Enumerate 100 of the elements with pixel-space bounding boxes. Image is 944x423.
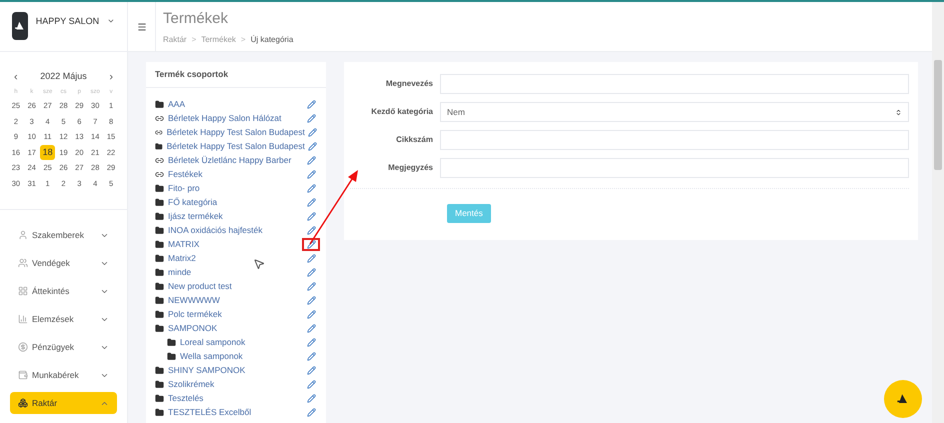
link-icon xyxy=(155,170,164,178)
breadcrumb-separator: > xyxy=(240,34,246,46)
input-field[interactable] xyxy=(440,158,909,178)
folder-icon xyxy=(155,366,164,374)
category-link[interactable]: Polc termékek xyxy=(168,308,222,320)
pencil-icon xyxy=(306,394,316,402)
category-link[interactable]: SAMPONOK xyxy=(168,322,218,334)
coin-icon xyxy=(18,342,28,352)
category-link[interactable]: Fito- pro xyxy=(168,182,200,194)
pencil-icon xyxy=(306,114,316,122)
folder-icon xyxy=(155,282,164,290)
folder-icon xyxy=(155,268,164,276)
category-link[interactable]: Loreal samponok xyxy=(180,336,246,348)
folder-icon xyxy=(155,184,164,192)
page-title: Termékek xyxy=(163,10,230,28)
calendar-day[interactable]: 18 xyxy=(40,144,56,160)
folder-icon xyxy=(155,408,164,416)
nav-item[interactable]: Pénzügyek xyxy=(10,336,117,358)
pencil-icon xyxy=(306,324,316,332)
nav-item[interactable]: Munkabérek xyxy=(10,364,117,386)
pencil-icon xyxy=(306,254,316,262)
category-link[interactable]: Wella samponok xyxy=(180,350,243,362)
floating-logo-button[interactable] xyxy=(884,380,922,418)
panel-title: Termék csoportok xyxy=(155,68,228,81)
pencil-icon xyxy=(306,198,316,206)
category-link[interactable]: Szolikrémek xyxy=(168,378,214,390)
category-link[interactable]: INOA oxidációs hajfesték xyxy=(168,224,262,236)
category-link[interactable]: Tesztelés xyxy=(168,392,204,404)
nav-item[interactable]: Vendégek xyxy=(10,252,117,274)
folder-icon xyxy=(155,324,164,332)
menu-icon[interactable] xyxy=(136,22,146,32)
folder-icon xyxy=(155,100,164,108)
pencil-icon xyxy=(306,380,316,388)
pencil-icon xyxy=(308,142,317,150)
link-icon xyxy=(155,128,163,136)
category-link[interactable]: Matrix2 xyxy=(168,252,196,264)
category-link[interactable]: NEWWWWW xyxy=(168,294,220,306)
breadcrumb-item: Új kategória xyxy=(250,34,294,46)
updown-icon xyxy=(895,108,902,116)
folder-icon xyxy=(167,338,176,346)
cursor-icon xyxy=(253,258,265,270)
field-label: Cikkszám xyxy=(395,134,434,146)
pencil-icon xyxy=(306,366,316,374)
select-field[interactable]: Nem xyxy=(440,102,909,122)
folder-icon xyxy=(155,142,163,150)
input-field[interactable] xyxy=(440,74,909,94)
field-label: Kezdő kategória xyxy=(370,106,434,118)
category-link[interactable]: Bérletek Happy Test Salon Budapest xyxy=(166,126,305,138)
folder-icon xyxy=(155,254,164,262)
nav-item[interactable]: Elemzések xyxy=(10,308,117,330)
pencil-icon xyxy=(306,268,316,276)
pencil-icon xyxy=(306,226,316,234)
folder-icon xyxy=(155,212,164,220)
edit-button[interactable] xyxy=(302,238,320,250)
pencil-icon xyxy=(306,156,316,164)
folder-icon xyxy=(155,198,164,206)
pencil-icon xyxy=(306,240,316,248)
pencil-icon xyxy=(306,100,316,108)
folder-icon xyxy=(155,240,164,248)
category-link[interactable]: Bérletek Happy Test Salon Budapest xyxy=(166,140,305,152)
people-icon xyxy=(18,258,28,268)
category-link[interactable]: Festékek xyxy=(168,168,202,180)
prev-month-button[interactable]: ‹ xyxy=(14,68,18,86)
boxes-icon xyxy=(18,398,28,408)
input-field[interactable] xyxy=(440,130,909,150)
brand-name: HAPPY SALON xyxy=(36,15,100,28)
folder-icon xyxy=(155,226,164,234)
pencil-icon xyxy=(306,184,316,192)
category-link[interactable]: TESZTELÉS Excelből xyxy=(168,406,252,418)
nav-item[interactable]: Raktár xyxy=(10,392,117,414)
pencil-icon xyxy=(306,310,316,318)
category-link[interactable]: AAA xyxy=(168,98,186,110)
pencil-icon xyxy=(306,170,316,178)
folder-icon xyxy=(155,296,164,304)
category-link[interactable]: SHINY SAMPONOK xyxy=(168,364,246,376)
pencil-icon xyxy=(306,338,316,346)
category-link[interactable]: New product test xyxy=(168,280,232,292)
category-link[interactable]: Ijász termékek xyxy=(168,210,223,222)
nav-item[interactable]: Áttekintés xyxy=(10,280,117,302)
pencil-icon xyxy=(308,128,317,136)
pencil-icon xyxy=(306,282,316,290)
nav-item[interactable]: Szakemberek xyxy=(10,224,117,246)
category-link[interactable]: minde xyxy=(168,266,192,278)
breadcrumb-separator: > xyxy=(192,34,196,46)
folder-icon xyxy=(155,394,164,402)
category-link[interactable]: FŐ kategória xyxy=(168,196,218,208)
field-label: Megjegyzés xyxy=(387,162,434,174)
user-icon xyxy=(18,230,28,240)
next-month-button[interactable]: › xyxy=(109,68,113,86)
pencil-icon xyxy=(306,352,316,360)
chart-icon xyxy=(18,314,28,324)
category-link[interactable]: Bérletek Üzletlánc Happy Barber xyxy=(168,154,292,166)
category-link[interactable]: MATRIX xyxy=(168,238,200,250)
category-link[interactable]: Bérletek Happy Salon Hálózat xyxy=(168,112,282,124)
pencil-icon xyxy=(306,212,316,220)
calendar-month: 2022 Május xyxy=(40,70,87,84)
grid-icon xyxy=(18,286,28,296)
folder-icon xyxy=(155,310,164,318)
scrollbar[interactable] xyxy=(932,2,944,423)
link-icon xyxy=(155,156,164,164)
